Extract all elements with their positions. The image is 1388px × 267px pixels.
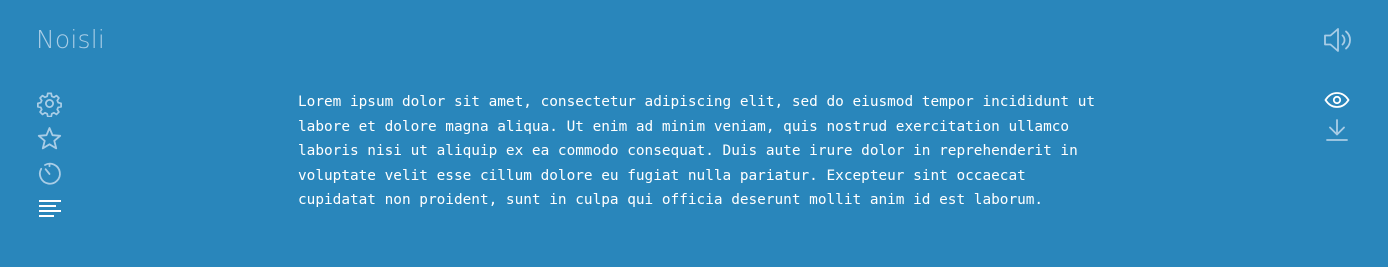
editor-tools bbox=[1322, 88, 1352, 142]
star-icon bbox=[37, 126, 62, 149]
editor-line: Lorem ipsum dolor sit amet, consectetur … bbox=[298, 94, 1096, 110]
text-editor-button[interactable] bbox=[37, 196, 65, 221]
text-editor[interactable]: Lorem ipsum dolor sit amet, consectetur … bbox=[298, 90, 1118, 213]
app-logo: Noisli bbox=[36, 25, 106, 54]
volume-button[interactable] bbox=[1323, 25, 1355, 55]
editor-line: labore et dolore magna aliqua. Ut enim a… bbox=[298, 118, 1070, 135]
preview-button[interactable] bbox=[1322, 88, 1352, 112]
gear-icon bbox=[37, 92, 62, 117]
text-lines-icon bbox=[39, 199, 61, 217]
volume-icon bbox=[1324, 28, 1351, 52]
editor-line: cupidatat non proident, sunt in culpa qu… bbox=[298, 192, 1044, 208]
download-icon bbox=[1326, 119, 1348, 141]
timer-button[interactable] bbox=[37, 161, 65, 186]
left-sidebar-nav bbox=[37, 91, 67, 221]
eye-icon bbox=[1324, 92, 1350, 108]
editor-line: voluptate velit esse cillum dolore eu fu… bbox=[298, 167, 1026, 184]
timer-icon bbox=[39, 162, 61, 185]
download-button[interactable] bbox=[1322, 118, 1352, 142]
settings-button[interactable] bbox=[37, 91, 65, 117]
editor-line: laboris nisi ut aliquip ex ea commodo co… bbox=[298, 143, 1078, 159]
favorites-button[interactable] bbox=[37, 126, 65, 151]
